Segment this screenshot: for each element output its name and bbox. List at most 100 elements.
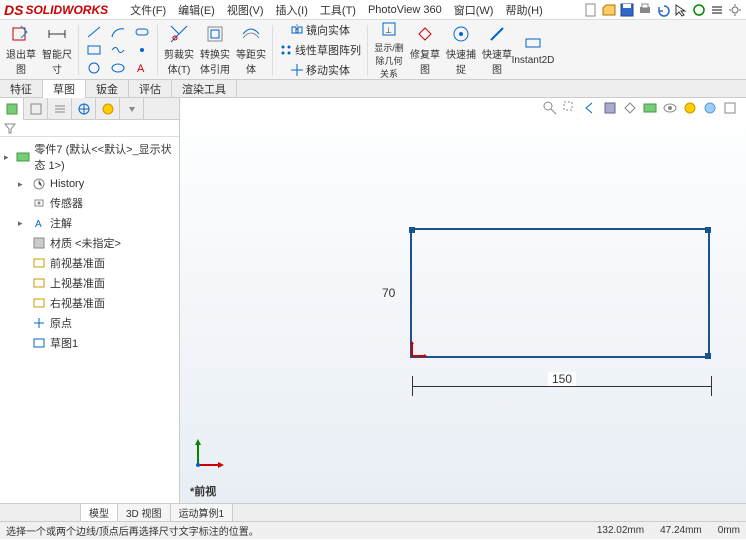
- dim-height[interactable]: 70: [382, 286, 395, 300]
- rect-tool[interactable]: [85, 42, 103, 58]
- display-delete-label: 显示/删除几何关系: [373, 41, 405, 80]
- tree-sketch1[interactable]: 草图1: [0, 333, 179, 353]
- open-icon[interactable]: [602, 3, 616, 17]
- spline-tool[interactable]: [109, 42, 127, 58]
- circle-tool[interactable]: [85, 60, 103, 76]
- line-tool[interactable]: [85, 24, 103, 40]
- select-icon[interactable]: [674, 3, 688, 17]
- rebuild-icon[interactable]: [692, 3, 706, 17]
- svg-text:A: A: [137, 63, 145, 75]
- tree-right-plane[interactable]: 右视基准面: [0, 293, 179, 313]
- slot-tool[interactable]: [133, 24, 151, 40]
- apply-scene-icon[interactable]: [702, 100, 718, 116]
- rect-point-br[interactable]: [705, 353, 711, 359]
- graphics-viewport[interactable]: 70 150 *前视: [180, 98, 746, 503]
- save-icon[interactable]: [620, 3, 634, 17]
- text-tool[interactable]: A: [133, 60, 151, 76]
- display-style-icon[interactable]: [642, 100, 658, 116]
- section-icon[interactable]: [602, 100, 618, 116]
- smart-dim-button[interactable]: 智能尺寸: [40, 23, 74, 77]
- menu-window[interactable]: 窗口(W): [454, 2, 494, 18]
- quick-sketch-icon: [487, 24, 507, 44]
- hide-show-icon[interactable]: [662, 100, 678, 116]
- tree-front-plane[interactable]: 前视基准面: [0, 253, 179, 273]
- app-brand: SOLIDWORKS: [25, 3, 108, 17]
- edit-appearance-icon[interactable]: [682, 100, 698, 116]
- exit-sketch-button[interactable]: 退出草图: [4, 23, 38, 77]
- trim-button[interactable]: 剪裁实体(T): [162, 23, 196, 77]
- repair-button[interactable]: 修复草图: [408, 23, 442, 77]
- svg-text:A: A: [35, 219, 42, 230]
- tab-sketch[interactable]: 草图: [43, 79, 86, 99]
- tree-top-plane[interactable]: 上视基准面: [0, 273, 179, 293]
- dim-width-group[interactable]: 150: [412, 376, 712, 396]
- menu-tools[interactable]: 工具(T): [320, 2, 356, 18]
- bottom-tab-motion[interactable]: 运动算例1: [170, 503, 234, 522]
- point-tool[interactable]: [133, 42, 151, 58]
- display-tab[interactable]: [96, 98, 120, 120]
- more-tab[interactable]: [120, 98, 144, 120]
- quick-sketch-label: 快速草图: [481, 46, 513, 76]
- menu-view[interactable]: 视图(V): [227, 2, 264, 18]
- dimxpert-tab[interactable]: [72, 98, 96, 120]
- quick-snap-button[interactable]: 快速捕捉: [444, 23, 478, 77]
- undo-icon[interactable]: [656, 3, 670, 17]
- repair-label: 修复草图: [409, 46, 441, 76]
- zoom-area-icon[interactable]: [562, 100, 578, 116]
- view-triad[interactable]: [190, 433, 230, 473]
- tree-annotations[interactable]: ▸A注解: [0, 213, 179, 233]
- display-delete-button[interactable]: ⊥ 显示/删除几何关系: [372, 23, 406, 77]
- status-coords: 132.02mm 47.24mm 0mm: [597, 525, 740, 536]
- tab-render[interactable]: 渲染工具: [172, 80, 237, 98]
- tab-evaluate[interactable]: 评估: [129, 80, 172, 98]
- instant2d-button[interactable]: Instant2D: [516, 23, 550, 77]
- view-orient-icon[interactable]: [622, 100, 638, 116]
- quick-sketch-button[interactable]: 快速草图: [480, 23, 514, 77]
- tree-history[interactable]: ▸History: [0, 175, 179, 193]
- property-tab[interactable]: [24, 98, 48, 120]
- print-icon[interactable]: [638, 3, 652, 17]
- rect-point-tl[interactable]: [409, 227, 415, 233]
- tree-root[interactable]: ▸零件7 (默认<<默认>_显示状态 1>): [0, 139, 179, 175]
- feature-tree-tab[interactable]: [0, 98, 24, 120]
- offset-icon: [241, 24, 261, 44]
- mirror-tool[interactable]: 镜向实体: [279, 22, 361, 38]
- quick-snap-icon: [451, 24, 471, 44]
- bottom-tab-model[interactable]: 模型: [80, 503, 118, 522]
- pattern-tool[interactable]: 线性草图阵列: [279, 42, 361, 58]
- prev-view-icon[interactable]: [582, 100, 598, 116]
- menu-pv360[interactable]: PhotoView 360: [368, 4, 442, 16]
- view-settings-icon[interactable]: [722, 100, 738, 116]
- config-tab[interactable]: [48, 98, 72, 120]
- feature-manager-panel: ▸零件7 (默认<<默认>_显示状态 1>) ▸History 传感器 ▸A注解…: [0, 98, 180, 503]
- move-tool[interactable]: 移动实体: [279, 62, 361, 78]
- menu-insert[interactable]: 插入(I): [276, 2, 308, 18]
- menu-help[interactable]: 帮助(H): [505, 2, 542, 18]
- sketch-origin[interactable]: [408, 340, 428, 360]
- convert-button[interactable]: 转换实体引用: [198, 23, 232, 77]
- arc-tool[interactable]: [109, 24, 127, 40]
- tab-feature[interactable]: 特征: [0, 80, 43, 98]
- modify-group: 镜向实体 线性草图阵列 移动实体: [277, 22, 363, 78]
- tab-sheetmetal[interactable]: 钣金: [86, 80, 129, 98]
- bottom-tab-3dview[interactable]: 3D 视图: [117, 503, 171, 522]
- tree-material[interactable]: 材质 <未指定>: [0, 233, 179, 253]
- offset-button[interactable]: 等距实体: [234, 23, 268, 77]
- filter-icon[interactable]: [4, 122, 175, 134]
- zoom-fit-icon[interactable]: [542, 100, 558, 116]
- menubar: DS SOLIDWORKS 文件(F) 编辑(E) 视图(V) 插入(I) 工具…: [0, 0, 746, 20]
- settings-icon[interactable]: [728, 3, 742, 17]
- rect-point-tr[interactable]: [705, 227, 711, 233]
- ellipse-tool[interactable]: [109, 60, 127, 76]
- tree-sensors[interactable]: 传感器: [0, 193, 179, 213]
- sketch-rectangle[interactable]: 70 150: [410, 228, 710, 358]
- options-icon[interactable]: [710, 3, 724, 17]
- menu-file[interactable]: 文件(F): [130, 2, 166, 18]
- tree-origin[interactable]: 原点: [0, 313, 179, 333]
- quick-access-toolbar: [584, 0, 742, 20]
- view-name: *前视: [190, 483, 216, 499]
- smart-dim-label: 智能尺寸: [41, 46, 73, 76]
- menu-edit[interactable]: 编辑(E): [178, 2, 215, 18]
- command-tabs: 特征 草图 钣金 评估 渲染工具: [0, 80, 746, 98]
- new-icon[interactable]: [584, 3, 598, 17]
